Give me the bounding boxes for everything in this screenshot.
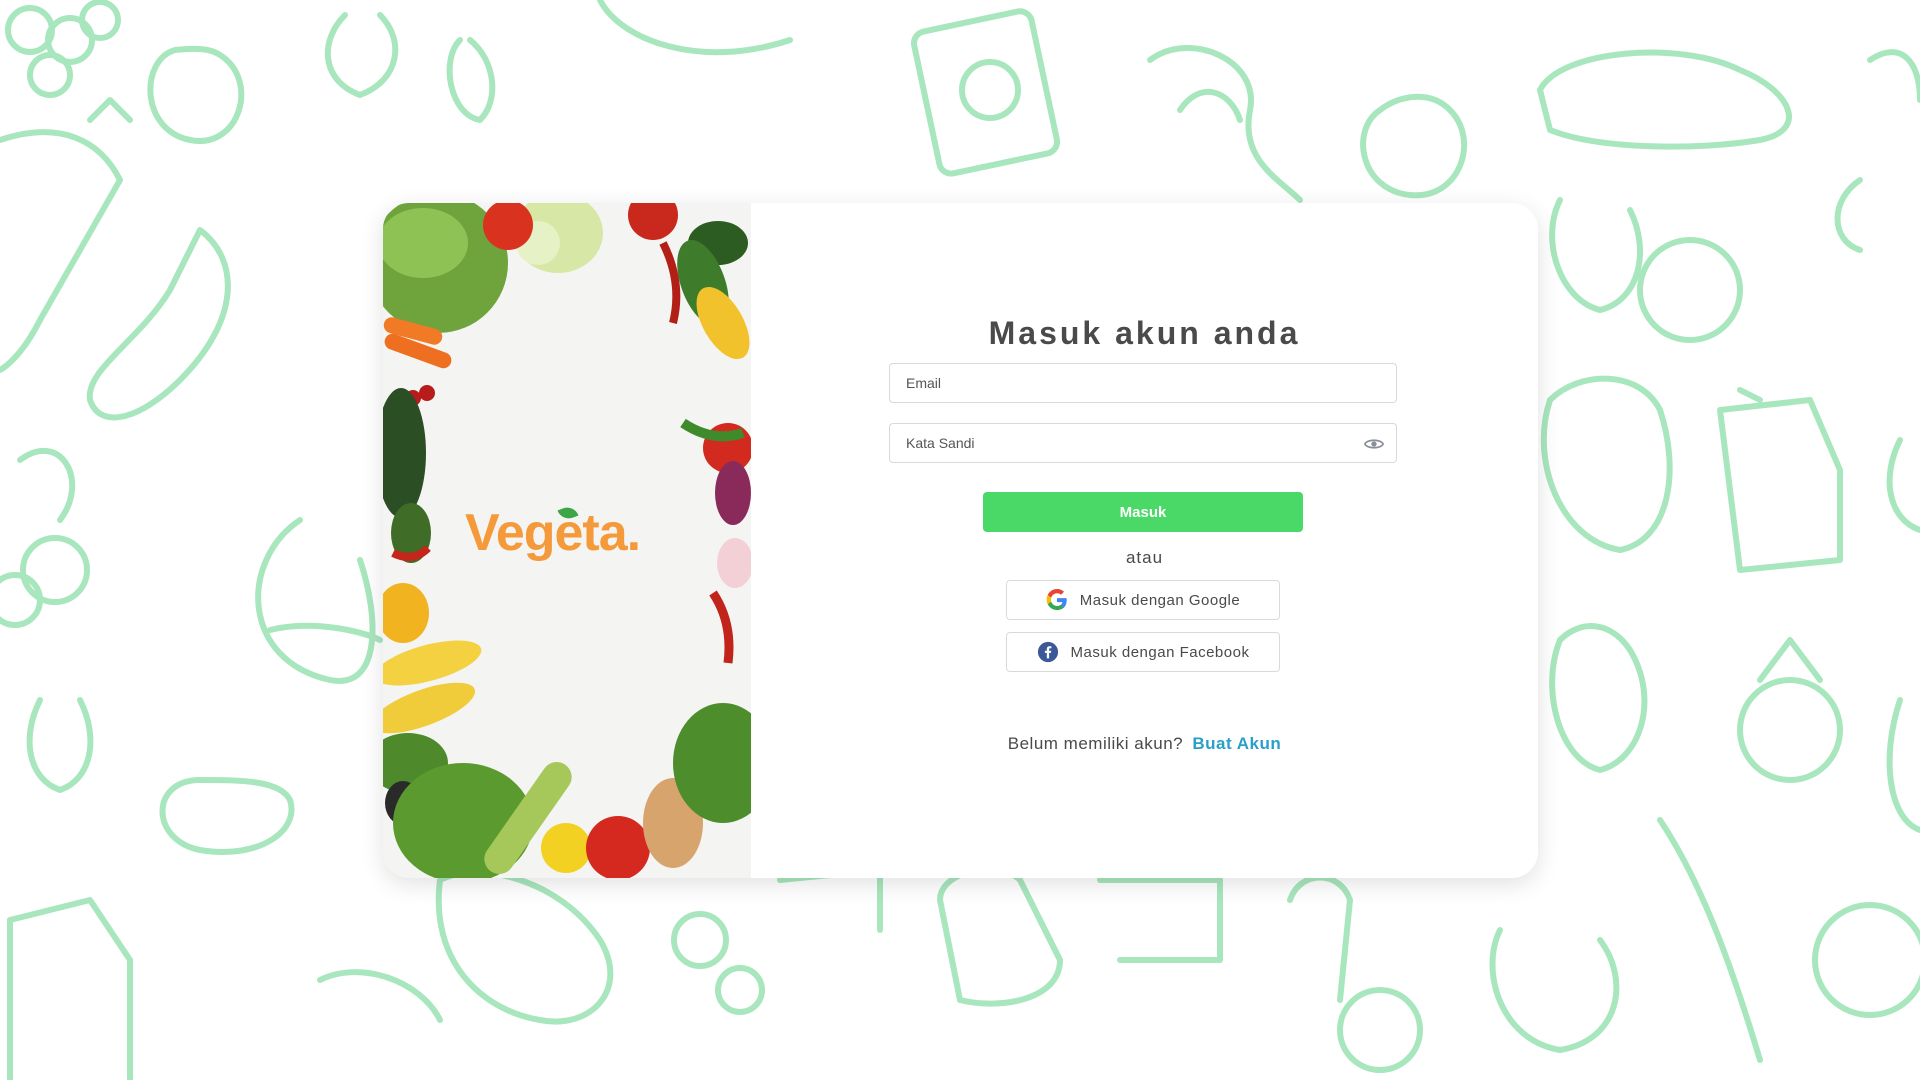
facebook-icon xyxy=(1037,641,1058,663)
divider-text: atau xyxy=(1125,548,1164,567)
email-input[interactable] xyxy=(890,364,1396,402)
login-card: Vegeta. Masuk akun anda Masuk atau Masuk xyxy=(383,203,1538,878)
password-field-wrapper xyxy=(889,423,1397,463)
facebook-login-label: Masuk dengan Facebook xyxy=(1070,643,1250,661)
google-login-button[interactable]: Masuk dengan Google xyxy=(1006,580,1280,620)
facebook-login-button[interactable]: Masuk dengan Facebook xyxy=(1006,632,1280,672)
hero-panel: Vegeta. xyxy=(383,203,751,878)
signup-row: Belum memiliki akun? Buat Akun xyxy=(751,734,1538,754)
eye-icon[interactable] xyxy=(1364,436,1384,452)
submit-button[interactable]: Masuk xyxy=(983,492,1303,532)
google-icon xyxy=(1046,589,1067,611)
email-field-wrapper xyxy=(889,363,1397,403)
password-input[interactable] xyxy=(890,424,1396,462)
google-login-label: Masuk dengan Google xyxy=(1079,591,1241,609)
signup-prompt: Belum memiliki akun? xyxy=(1007,734,1184,753)
page-title: Masuk akun anda xyxy=(988,315,1301,351)
brand-logo: Vegeta. xyxy=(465,504,641,562)
signup-link[interactable]: Buat Akun xyxy=(1192,734,1281,753)
login-form: Masuk akun anda Masuk atau Masuk dengan … xyxy=(751,203,1538,878)
